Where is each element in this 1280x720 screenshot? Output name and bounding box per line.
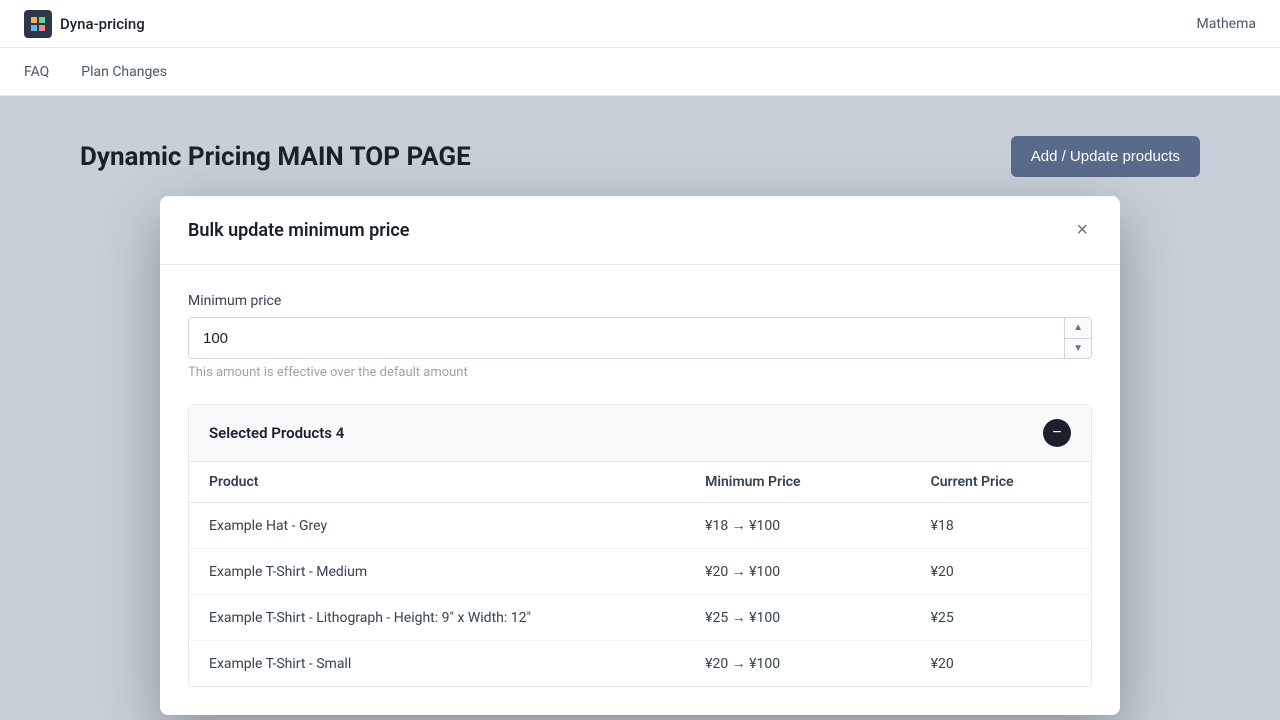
col-header-current-price: Current Price (911, 462, 1091, 503)
modal-body: Minimum price ▲ ▼ This amount is effecti… (160, 265, 1120, 715)
app-name: Dyna-pricing (60, 15, 145, 33)
modal: Bulk update minimum price × Minimum pric… (160, 196, 1120, 715)
col-header-product: Product (189, 462, 685, 503)
cell-current-price: ¥18 (911, 503, 1091, 549)
cell-product: Example T-Shirt - Small (189, 641, 685, 687)
cell-product: Example Hat - Grey (189, 503, 685, 549)
cell-min-price: ¥20 → ¥100 (685, 641, 911, 687)
cell-min-price: ¥18 → ¥100 (685, 503, 911, 549)
cell-min-price: ¥25 → ¥100 (685, 595, 911, 641)
field-hint: This amount is effective over the defaul… (188, 365, 1092, 380)
logo-icon (24, 10, 52, 38)
table-header-row: Product Minimum Price Current Price (189, 462, 1091, 503)
table-row: Example T-Shirt - Small¥20 → ¥100¥20 (189, 641, 1091, 687)
cell-current-price: ¥25 (911, 595, 1091, 641)
top-nav: Dyna-pricing Mathema (0, 0, 1280, 48)
user-name: Mathema (1197, 16, 1256, 32)
nav-faq[interactable]: FAQ (24, 60, 49, 84)
cell-current-price: ¥20 (911, 641, 1091, 687)
main-content: Dynamic Pricing MAIN TOP PAGE Add / Upda… (0, 96, 1280, 720)
brand: Dyna-pricing (24, 10, 145, 38)
selected-products-section: Selected Products 4 − Product Minimum Pr… (188, 404, 1092, 687)
selected-products-header: Selected Products 4 − (189, 405, 1091, 462)
cell-product: Example T-Shirt - Lithograph - Height: 9… (189, 595, 685, 641)
cell-min-price: ¥20 → ¥100 (685, 549, 911, 595)
col-header-min-price: Minimum Price (685, 462, 911, 503)
collapse-button[interactable]: − (1043, 419, 1071, 447)
secondary-nav: FAQ Plan Changes (0, 48, 1280, 96)
table-row: Example Hat - Grey¥18 → ¥100¥18 (189, 503, 1091, 549)
cell-product: Example T-Shirt - Medium (189, 549, 685, 595)
nav-plan-changes[interactable]: Plan Changes (81, 60, 167, 84)
modal-header: Bulk update minimum price × (160, 196, 1120, 265)
field-label: Minimum price (188, 293, 1092, 309)
minimum-price-input[interactable] (189, 318, 1064, 358)
minimum-price-field: Minimum price ▲ ▼ This amount is effecti… (188, 293, 1092, 380)
modal-overlay: Bulk update minimum price × Minimum pric… (0, 96, 1280, 720)
products-table: Product Minimum Price Current Price Exam… (189, 462, 1091, 686)
spinner-up-button[interactable]: ▲ (1065, 318, 1091, 338)
selected-products-title: Selected Products 4 (209, 424, 344, 442)
input-spinners: ▲ ▼ (1064, 318, 1091, 358)
price-input-wrapper: ▲ ▼ (188, 317, 1092, 359)
table-body: Example Hat - Grey¥18 → ¥100¥18Example T… (189, 503, 1091, 687)
cell-current-price: ¥20 (911, 549, 1091, 595)
modal-title: Bulk update minimum price (188, 220, 409, 241)
modal-close-button[interactable]: × (1072, 216, 1092, 244)
table-head: Product Minimum Price Current Price (189, 462, 1091, 503)
table-row: Example T-Shirt - Lithograph - Height: 9… (189, 595, 1091, 641)
spinner-down-button[interactable]: ▼ (1065, 338, 1091, 358)
table-row: Example T-Shirt - Medium¥20 → ¥100¥20 (189, 549, 1091, 595)
